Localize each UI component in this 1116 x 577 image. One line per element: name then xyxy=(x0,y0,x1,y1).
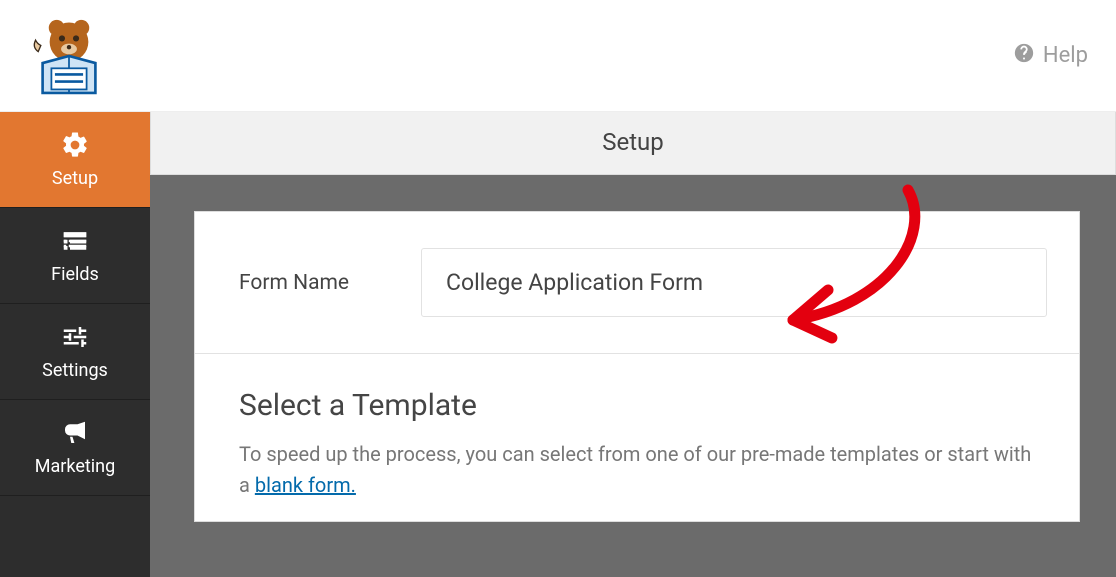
bullhorn-icon xyxy=(60,418,90,448)
template-title: Select a Template xyxy=(239,388,1035,423)
topbar: Help xyxy=(0,0,1116,112)
form-name-row: Form Name xyxy=(195,212,1079,354)
help-button[interactable]: Help xyxy=(1013,42,1088,70)
list-icon xyxy=(60,226,90,256)
sidebar-item-fields[interactable]: Fields xyxy=(0,208,150,304)
sidebar-item-label: Fields xyxy=(51,264,99,285)
content-area: Setup Form Name Select a Template To spe… xyxy=(150,112,1116,577)
sidebar-item-setup[interactable]: Setup xyxy=(0,112,150,208)
sliders-icon xyxy=(60,322,90,352)
form-name-label: Form Name xyxy=(195,271,421,295)
content-body: Form Name Select a Template To speed up … xyxy=(150,175,1116,577)
sidebar-item-settings[interactable]: Settings xyxy=(0,304,150,400)
help-icon xyxy=(1013,42,1035,70)
blank-form-link[interactable]: blank form. xyxy=(255,473,356,497)
form-name-input-wrap xyxy=(421,248,1079,317)
gear-icon xyxy=(60,130,90,160)
template-description: To speed up the process, you can select … xyxy=(239,439,1035,501)
sidebar-item-label: Settings xyxy=(42,360,108,381)
sidebar-item-marketing[interactable]: Marketing xyxy=(0,400,150,496)
sidebar-item-label: Setup xyxy=(52,168,98,189)
template-section: Select a Template To speed up the proces… xyxy=(195,354,1079,521)
content-header: Setup xyxy=(150,112,1116,175)
sidebar: Setup Fields Settings Marketing xyxy=(0,112,150,577)
app-logo xyxy=(24,11,114,101)
template-desc-text: To speed up the process, you can select … xyxy=(239,442,1031,497)
sidebar-item-label: Marketing xyxy=(35,456,115,477)
setup-panel: Form Name Select a Template To speed up … xyxy=(194,211,1080,522)
help-label: Help xyxy=(1043,43,1088,68)
form-name-input[interactable] xyxy=(421,248,1047,317)
main: Setup Fields Settings Marketing Setup xyxy=(0,112,1116,577)
